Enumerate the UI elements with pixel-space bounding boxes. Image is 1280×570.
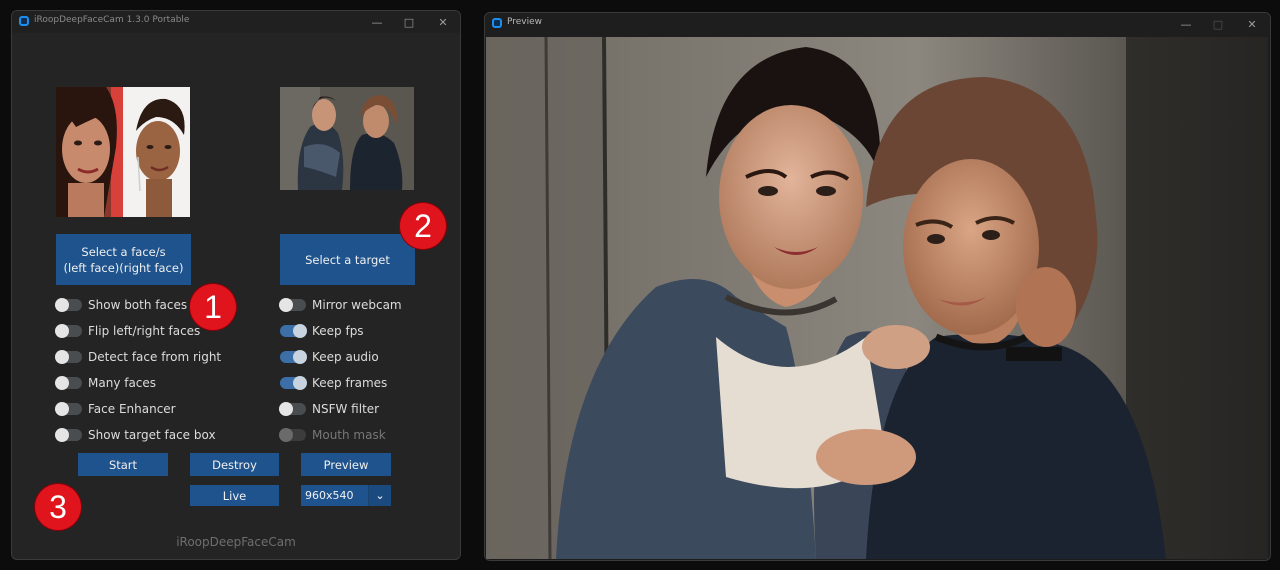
select-target-button[interactable]: Select a target xyxy=(280,234,415,285)
app-icon xyxy=(19,16,29,26)
step-badge-2: 2 xyxy=(400,203,446,249)
switch-label: Face Enhancer xyxy=(88,402,176,416)
switch-label: Keep fps xyxy=(312,324,364,338)
switch-label: Mouth mask xyxy=(312,428,386,442)
toggle-switch[interactable] xyxy=(55,376,82,390)
minimize-icon[interactable]: — xyxy=(1169,13,1203,35)
preview-button[interactable]: Preview xyxy=(301,453,391,476)
toggle-switch[interactable] xyxy=(280,350,307,364)
switch-detect-from-right[interactable]: Detect face from right xyxy=(55,348,222,366)
select-face-button[interactable]: Select a face/s (left face)(right face) xyxy=(56,234,191,285)
switch-show-both-faces[interactable]: Show both faces xyxy=(55,296,188,314)
start-button[interactable]: Start xyxy=(78,453,168,476)
destroy-button[interactable]: Destroy xyxy=(190,453,279,476)
toggle-switch[interactable] xyxy=(55,428,82,442)
switch-face-enhancer[interactable]: Face Enhancer xyxy=(55,400,176,418)
toggle-switch[interactable] xyxy=(55,402,82,416)
switch-label: Show both faces xyxy=(88,298,188,312)
close-icon[interactable]: ✕ xyxy=(1235,13,1269,35)
switch-label: Flip left/right faces xyxy=(88,324,201,338)
step-badge-1: 1 xyxy=(190,284,236,330)
live-label: Live xyxy=(222,488,247,503)
toggle-switch[interactable] xyxy=(279,298,306,312)
footer-label: iRoopDeepFaceCam xyxy=(176,535,296,549)
source-faces-image xyxy=(56,87,190,217)
switch-nsfw-filter[interactable]: NSFW filter xyxy=(279,400,380,418)
destroy-label: Destroy xyxy=(212,457,257,472)
start-label: Start xyxy=(108,457,138,472)
switch-keep-fps[interactable]: Keep fps xyxy=(280,322,364,340)
window-title: Preview xyxy=(507,17,543,27)
toggle-switch[interactable] xyxy=(280,376,307,390)
toggle-switch[interactable] xyxy=(55,324,82,338)
switch-label: Keep frames xyxy=(312,376,388,390)
switch-flip-faces[interactable]: Flip left/right faces xyxy=(55,322,201,340)
resolution-value: 960x540 xyxy=(301,485,369,506)
switch-label: NSFW filter xyxy=(312,402,380,416)
app-icon xyxy=(492,18,502,28)
title-bar: iRoopDeepFaceCam 1.3.0 Portable — □ ✕ xyxy=(12,11,460,33)
switch-keep-audio[interactable]: Keep audio xyxy=(280,348,379,366)
maximize-icon[interactable]: □ xyxy=(392,11,426,33)
switch-many-faces[interactable]: Many faces xyxy=(55,374,157,392)
close-icon[interactable]: ✕ xyxy=(426,11,460,33)
window-title: iRoopDeepFaceCam 1.3.0 Portable xyxy=(34,15,190,25)
select-target-label: Select a target xyxy=(305,252,390,267)
target-image xyxy=(280,87,414,190)
switch-mouth-mask: Mouth mask xyxy=(279,426,386,444)
switch-label: Many faces xyxy=(88,376,157,390)
switch-label: Detect face from right xyxy=(88,350,222,364)
step-badge-3: 3 xyxy=(35,484,81,530)
preview-label: Preview xyxy=(323,457,369,472)
resolution-select[interactable]: 960x540 ⌄ xyxy=(301,485,391,506)
switch-mirror-webcam[interactable]: Mirror webcam xyxy=(279,296,402,314)
chevron-down-icon[interactable]: ⌄ xyxy=(369,485,391,506)
main-window: iRoopDeepFaceCam 1.3.0 Portable — □ ✕ Se… xyxy=(11,10,461,560)
toggle-switch xyxy=(279,428,306,442)
toggle-switch[interactable] xyxy=(55,298,82,312)
switch-label: Keep audio xyxy=(312,350,379,364)
preview-window: Preview — □ ✕ xyxy=(484,12,1271,561)
switch-label: Mirror webcam xyxy=(312,298,402,312)
minimize-icon[interactable]: — xyxy=(360,11,394,33)
switch-keep-frames[interactable]: Keep frames xyxy=(280,374,387,392)
toggle-switch[interactable] xyxy=(280,324,307,338)
toggle-switch[interactable] xyxy=(55,350,82,364)
live-button[interactable]: Live xyxy=(190,485,279,506)
toggle-switch[interactable] xyxy=(279,402,306,416)
switch-label: Show target face box xyxy=(88,428,216,442)
title-bar: Preview — □ ✕ xyxy=(485,13,1270,37)
select-face-label: Select a face/s (left face)(right face) xyxy=(63,244,184,275)
preview-image xyxy=(486,37,1268,559)
maximize-icon: □ xyxy=(1212,17,1224,31)
switch-target-face-box[interactable]: Show target face box xyxy=(55,426,216,444)
